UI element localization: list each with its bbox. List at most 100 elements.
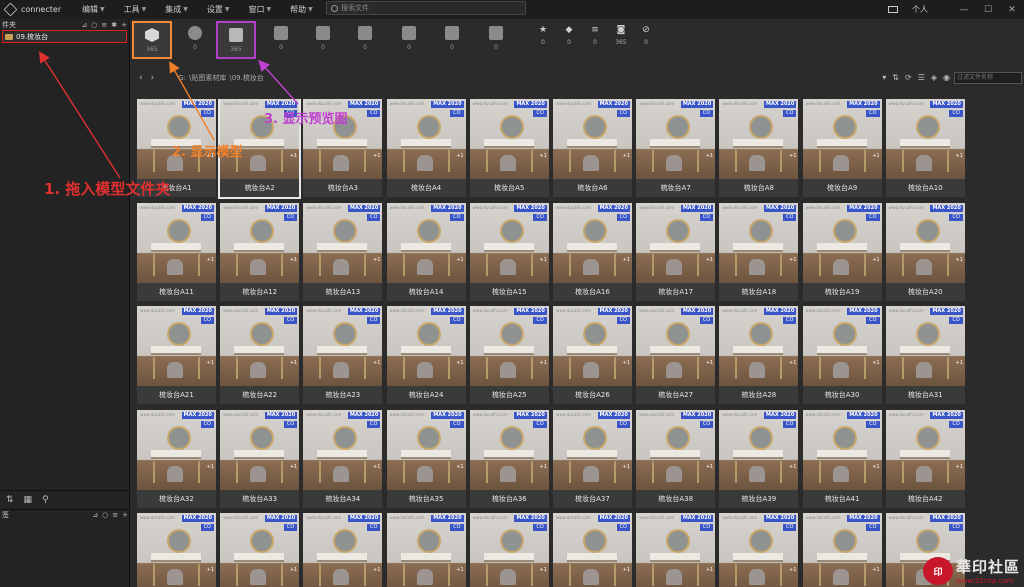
grid-icon[interactable]: ▦ bbox=[24, 495, 33, 505]
list-view-icon[interactable]: ☰ bbox=[918, 73, 925, 82]
folder-item-dresser[interactable]: 09.梳妆台 bbox=[2, 30, 127, 43]
filter-models[interactable]: 365 bbox=[132, 21, 172, 59]
asset-card[interactable]: www.docaihi.com MAX 2020 CO +1 梳妆台A14 bbox=[386, 202, 466, 301]
filter-audio[interactable]: 0 bbox=[303, 21, 343, 59]
close-button[interactable]: ✕ bbox=[1000, 5, 1024, 15]
asset-name: 梳妆台A42 bbox=[907, 494, 943, 503]
list-icon[interactable]: ≡ bbox=[101, 21, 107, 29]
asset-card[interactable]: www.docaihi.com MAX 2020 CO +1 梳妆台A34 bbox=[303, 409, 383, 508]
menu-tools[interactable]: 工具 ▼ bbox=[124, 4, 147, 15]
asset-card[interactable]: www.docaihi.com MAX 2020 CO +1 bbox=[137, 513, 216, 587]
gear-icon[interactable]: ✱ bbox=[111, 21, 117, 29]
filter-materials[interactable]: 0 bbox=[175, 21, 215, 59]
stat-starred[interactable]: ★ 0 bbox=[533, 25, 553, 46]
asset-card[interactable]: www.docaihi.com MAX 2020 CO +1 梳妆台A4 bbox=[386, 99, 466, 197]
asset-card[interactable]: www.docaihi.com MAX 2020 CO +1 bbox=[469, 513, 549, 587]
filter-videos[interactable]: 0 bbox=[261, 21, 301, 59]
asset-card[interactable]: www.docaihi.com MAX 2020 CO +1 梳妆台A31 bbox=[885, 306, 965, 404]
search-input[interactable]: 搜索文件 bbox=[326, 1, 526, 15]
asset-card[interactable]: www.docaihi.com MAX 2020 CO +1 梳妆台A5 bbox=[469, 99, 549, 197]
asset-card[interactable]: www.docaihi.com MAX 2020 CO +1 梳妆台A18 bbox=[719, 202, 799, 301]
asset-card[interactable]: www.docaihi.com MAX 2020 CO +1 梳妆台A16 bbox=[553, 202, 632, 301]
back-icon[interactable]: ‹ bbox=[139, 73, 143, 83]
asset-card[interactable]: www.docaihi.com MAX 2020 CO +1 梳妆台A17 bbox=[636, 202, 716, 301]
asset-card[interactable]: www.docaihi.com MAX 2020 CO +1 梳妆台A6 bbox=[553, 99, 632, 197]
asset-card[interactable]: www.docaihi.com MAX 2020 CO +1 梳妆台A26 bbox=[553, 306, 632, 404]
forward-icon[interactable]: › bbox=[151, 73, 155, 83]
menu-edit[interactable]: 编辑 ▼ bbox=[82, 4, 105, 15]
asset-card[interactable]: www.docaihi.com MAX 2020 CO +1 梳妆台A19 bbox=[802, 202, 882, 301]
stat-previews[interactable]: ◙ 365 bbox=[611, 25, 631, 46]
asset-card[interactable]: www.docaihi.com MAX 2020 CO +1 梳妆台A38 bbox=[636, 409, 716, 508]
monitor-icon[interactable] bbox=[888, 6, 898, 13]
asset-card[interactable]: www.docaihi.com MAX 2020 CO +1 梳妆台A27 bbox=[636, 306, 716, 404]
filename-filter-input[interactable]: 过滤文件名称 bbox=[954, 72, 1022, 84]
filter-code[interactable]: 0 bbox=[432, 21, 472, 59]
filter-images[interactable]: 365 bbox=[216, 21, 256, 59]
add-icon[interactable]: + bbox=[121, 21, 127, 29]
chevron-down-icon[interactable]: ▾ bbox=[882, 73, 886, 82]
layers-icon[interactable]: ◈ bbox=[931, 73, 937, 82]
asset-card[interactable]: www.docaihi.com MAX 2020 CO +1 梳妆台A36 bbox=[469, 409, 549, 508]
asset-card[interactable]: www.docaihi.com MAX 2020 CO +1 bbox=[802, 513, 882, 587]
asset-card[interactable]: www.docaihi.com MAX 2020 CO +1 梳妆台A30 bbox=[802, 306, 882, 404]
asset-card[interactable]: www.docaihi.com MAX 2020 CO +1 梳妆台A12 bbox=[220, 202, 300, 301]
stat-missing[interactable]: ⊘ 0 bbox=[636, 25, 656, 46]
asset-card[interactable]: www.docaihi.com MAX 2020 CO +1 梳妆台A20 bbox=[885, 202, 965, 301]
filter-charts[interactable]: 0 bbox=[345, 21, 385, 59]
asset-card[interactable]: www.docaihi.com MAX 2020 CO +1 梳妆台A28 bbox=[719, 306, 799, 404]
asset-card[interactable]: www.docaihi.com MAX 2020 CO +1 梳妆台A11 bbox=[137, 202, 216, 301]
asset-card[interactable]: www.docaihi.com MAX 2020 CO +1 bbox=[553, 513, 632, 587]
asset-card[interactable]: www.docaihi.com MAX 2020 CO +1 梳妆台A25 bbox=[469, 306, 549, 404]
user-menu[interactable]: 个人 bbox=[888, 4, 928, 15]
asset-card[interactable]: www.docaihi.com MAX 2020 CO +1 梳妆台A21 bbox=[137, 306, 216, 404]
breadcrumb-folder[interactable]: \09.梳妆台 bbox=[229, 73, 264, 83]
list-icon[interactable]: ≡ bbox=[112, 511, 118, 519]
asset-card[interactable]: www.docaihi.com MAX 2020 CO +1 梳妆台A39 bbox=[719, 409, 799, 508]
filter-icon[interactable]: ⊿ bbox=[92, 511, 98, 519]
asset-card[interactable]: www.docaihi.com MAX 2020 CO +1 梳妆台A42 bbox=[885, 409, 965, 508]
asset-card[interactable]: www.docaihi.com MAX 2020 CO +1 梳妆台A32 bbox=[137, 409, 216, 508]
asset-card[interactable]: www.docaihi.com MAX 2020 CO +1 梳妆台A13 bbox=[303, 202, 383, 301]
asset-card[interactable]: www.docaihi.com MAX 2020 CO +1 梳妆台A23 bbox=[303, 306, 383, 404]
filter-documents[interactable]: 0 bbox=[476, 21, 516, 59]
menu-integration[interactable]: 集成 ▼ bbox=[165, 4, 188, 15]
asset-card[interactable]: www.docaihi.com MAX 2020 CO +1 梳妆台A24 bbox=[386, 306, 466, 404]
eye-icon[interactable]: ◉ bbox=[943, 73, 950, 82]
filter-icon[interactable]: ⊿ bbox=[81, 21, 87, 29]
stat-described[interactable]: ≡ 0 bbox=[585, 25, 605, 46]
asset-card[interactable]: www.docaihi.com MAX 2020 CO +1 bbox=[220, 513, 300, 587]
asset-card[interactable]: www.docaihi.com MAX 2020 CO +1 bbox=[386, 513, 466, 587]
maximize-button[interactable]: ☐ bbox=[976, 5, 1000, 15]
asset-card[interactable]: www.docaihi.com MAX 2020 CO +1 梳妆台A35 bbox=[386, 409, 466, 508]
tree-icon[interactable]: ⚲ bbox=[42, 495, 49, 505]
asset-card[interactable]: www.docaihi.com MAX 2020 CO +1 梳妆台A7 bbox=[636, 99, 716, 197]
app-name: connecter bbox=[21, 5, 62, 14]
add-icon[interactable]: + bbox=[122, 511, 128, 519]
asset-card[interactable]: www.docaihi.com MAX 2020 CO +1 梳妆台A41 bbox=[802, 409, 882, 508]
asset-card[interactable]: www.docaihi.com MAX 2020 CO +1 bbox=[719, 513, 799, 587]
breadcrumb-drive[interactable]: G: bbox=[178, 74, 186, 82]
menu-window[interactable]: 窗口 ▼ bbox=[249, 4, 272, 15]
minimize-button[interactable]: — bbox=[952, 5, 976, 15]
asset-card[interactable]: www.docaihi.com MAX 2020 CO +1 梳妆台A9 bbox=[802, 99, 882, 197]
asset-card[interactable]: www.docaihi.com MAX 2020 CO +1 梳妆台A8 bbox=[719, 99, 799, 197]
menu-settings[interactable]: 设置 ▼ bbox=[207, 4, 230, 15]
search-icon[interactable]: ○ bbox=[102, 511, 108, 519]
asset-name: 梳妆台A30 bbox=[824, 391, 860, 399]
filter-fonts[interactable]: 0 bbox=[389, 21, 429, 59]
stat-tagged[interactable]: ◆ 0 bbox=[559, 25, 579, 46]
sort-icon[interactable]: ⇅ bbox=[892, 73, 899, 82]
refresh-icon[interactable]: ⟳ bbox=[905, 73, 912, 82]
sort-icon[interactable]: ⇅ bbox=[6, 495, 14, 505]
asset-card[interactable]: www.docaihi.com MAX 2020 CO +1 梳妆台A10 bbox=[885, 99, 965, 197]
asset-card[interactable]: www.docaihi.com MAX 2020 CO +1 梳妆台A33 bbox=[220, 409, 300, 508]
asset-card[interactable]: www.docaihi.com MAX 2020 CO +1 梳妆台A15 bbox=[469, 202, 549, 301]
asset-card[interactable]: www.docaihi.com MAX 2020 CO +1 梳妆台A37 bbox=[553, 409, 632, 508]
asset-card[interactable]: www.docaihi.com MAX 2020 CO +1 bbox=[636, 513, 716, 587]
asset-card[interactable]: www.docaihi.com MAX 2020 CO +1 bbox=[303, 513, 383, 587]
breadcrumb-library[interactable]: \贴图素材库 bbox=[189, 73, 226, 83]
asset-card[interactable]: www.docaihi.com MAX 2020 CO +1 梳妆台A22 bbox=[220, 306, 300, 404]
search-icon[interactable]: ○ bbox=[91, 21, 97, 29]
menu-help[interactable]: 帮助 ▼ bbox=[290, 4, 313, 15]
